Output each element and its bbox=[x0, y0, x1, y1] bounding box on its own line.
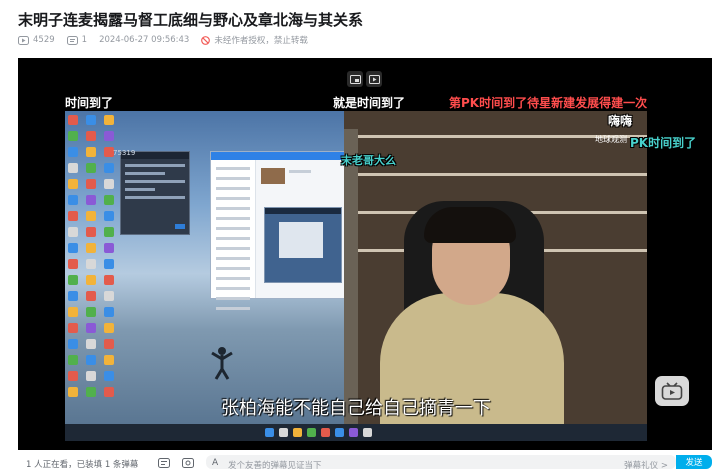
danmu-text: 时间到了 bbox=[65, 96, 114, 110]
danmu-text: 嗨嗨 bbox=[608, 114, 633, 128]
copyright-text: 未经作者授权，禁止转载 bbox=[214, 36, 308, 46]
statue-figure bbox=[211, 347, 233, 380]
video-frame: 时间到了 就是时间到了 第PK时间到了待星新建发展得建一次 末老哥大么 7531… bbox=[65, 96, 647, 441]
play-count-icon bbox=[18, 35, 29, 45]
player-top-controls bbox=[347, 71, 382, 89]
stream-logo-text: 地球观测 bbox=[595, 135, 627, 144]
video-meta: 4529 1 2024-06-27 09:56:43 未经作者授权，禁止转载 bbox=[18, 33, 320, 47]
views-stat: 4529 bbox=[18, 35, 55, 45]
video-subtitle: 张柏海能不能自己给自己摘青一下 bbox=[221, 398, 491, 419]
desktop-scene bbox=[65, 111, 363, 424]
danmaku-bar: 1 人正在看，已装填 1 条弹幕 A 发个友善的弹幕见证当下 弹幕礼仪 > 发送 bbox=[18, 450, 720, 471]
send-button[interactable]: 发送 bbox=[676, 455, 712, 469]
taskbar bbox=[65, 424, 647, 441]
danmaku-settings-icon[interactable] bbox=[180, 457, 196, 469]
chat-window bbox=[120, 151, 190, 235]
text-style-button[interactable]: A bbox=[212, 458, 218, 468]
danmaku-placeholder: 发个友善的弹幕见证当下 bbox=[228, 461, 322, 471]
danmu-text: 第PK时间到了待星新建发展得建一次 bbox=[449, 96, 647, 110]
bilibili-tv-icon[interactable] bbox=[655, 376, 689, 406]
danmaku-toggle-icon[interactable] bbox=[156, 457, 172, 469]
app-window bbox=[210, 151, 346, 310]
user-id-text: 75319 bbox=[113, 149, 136, 157]
inner-window bbox=[264, 207, 342, 283]
pip-icon[interactable] bbox=[347, 71, 363, 87]
danmaku-input[interactable]: A 发个友善的弹幕见证当下 弹幕礼仪 > bbox=[206, 455, 676, 471]
danmu-text: 就是时间到了 bbox=[333, 96, 406, 110]
desktop-icons bbox=[68, 115, 117, 403]
danmaku-etiquette-link[interactable]: 弹幕礼仪 > bbox=[624, 459, 668, 471]
video-player[interactable]: 时间到了 就是时间到了 第PK时间到了待星新建发展得建一次 末老哥大么 7531… bbox=[18, 58, 712, 450]
viewer-status: 1 人正在看，已装填 1 条弹幕 bbox=[26, 460, 139, 470]
danmu-text: PK时间到了 bbox=[630, 136, 697, 150]
comment-count: 1 bbox=[81, 35, 88, 45]
video-title: 末明子连麦揭露马督工底细与野心及章北海与其关系 bbox=[18, 11, 364, 29]
danmu-text: 末老哥大么 bbox=[341, 154, 396, 167]
prohibited-icon bbox=[201, 35, 211, 45]
copyright-notice: 未经作者授权，禁止转载 bbox=[201, 34, 308, 46]
screenshot-icon[interactable] bbox=[366, 71, 382, 87]
comment-stat: 1 bbox=[66, 35, 88, 45]
views-count: 4529 bbox=[33, 35, 55, 45]
comment-icon bbox=[66, 35, 78, 45]
publish-time: 2024-06-27 09:56:43 bbox=[99, 35, 190, 45]
